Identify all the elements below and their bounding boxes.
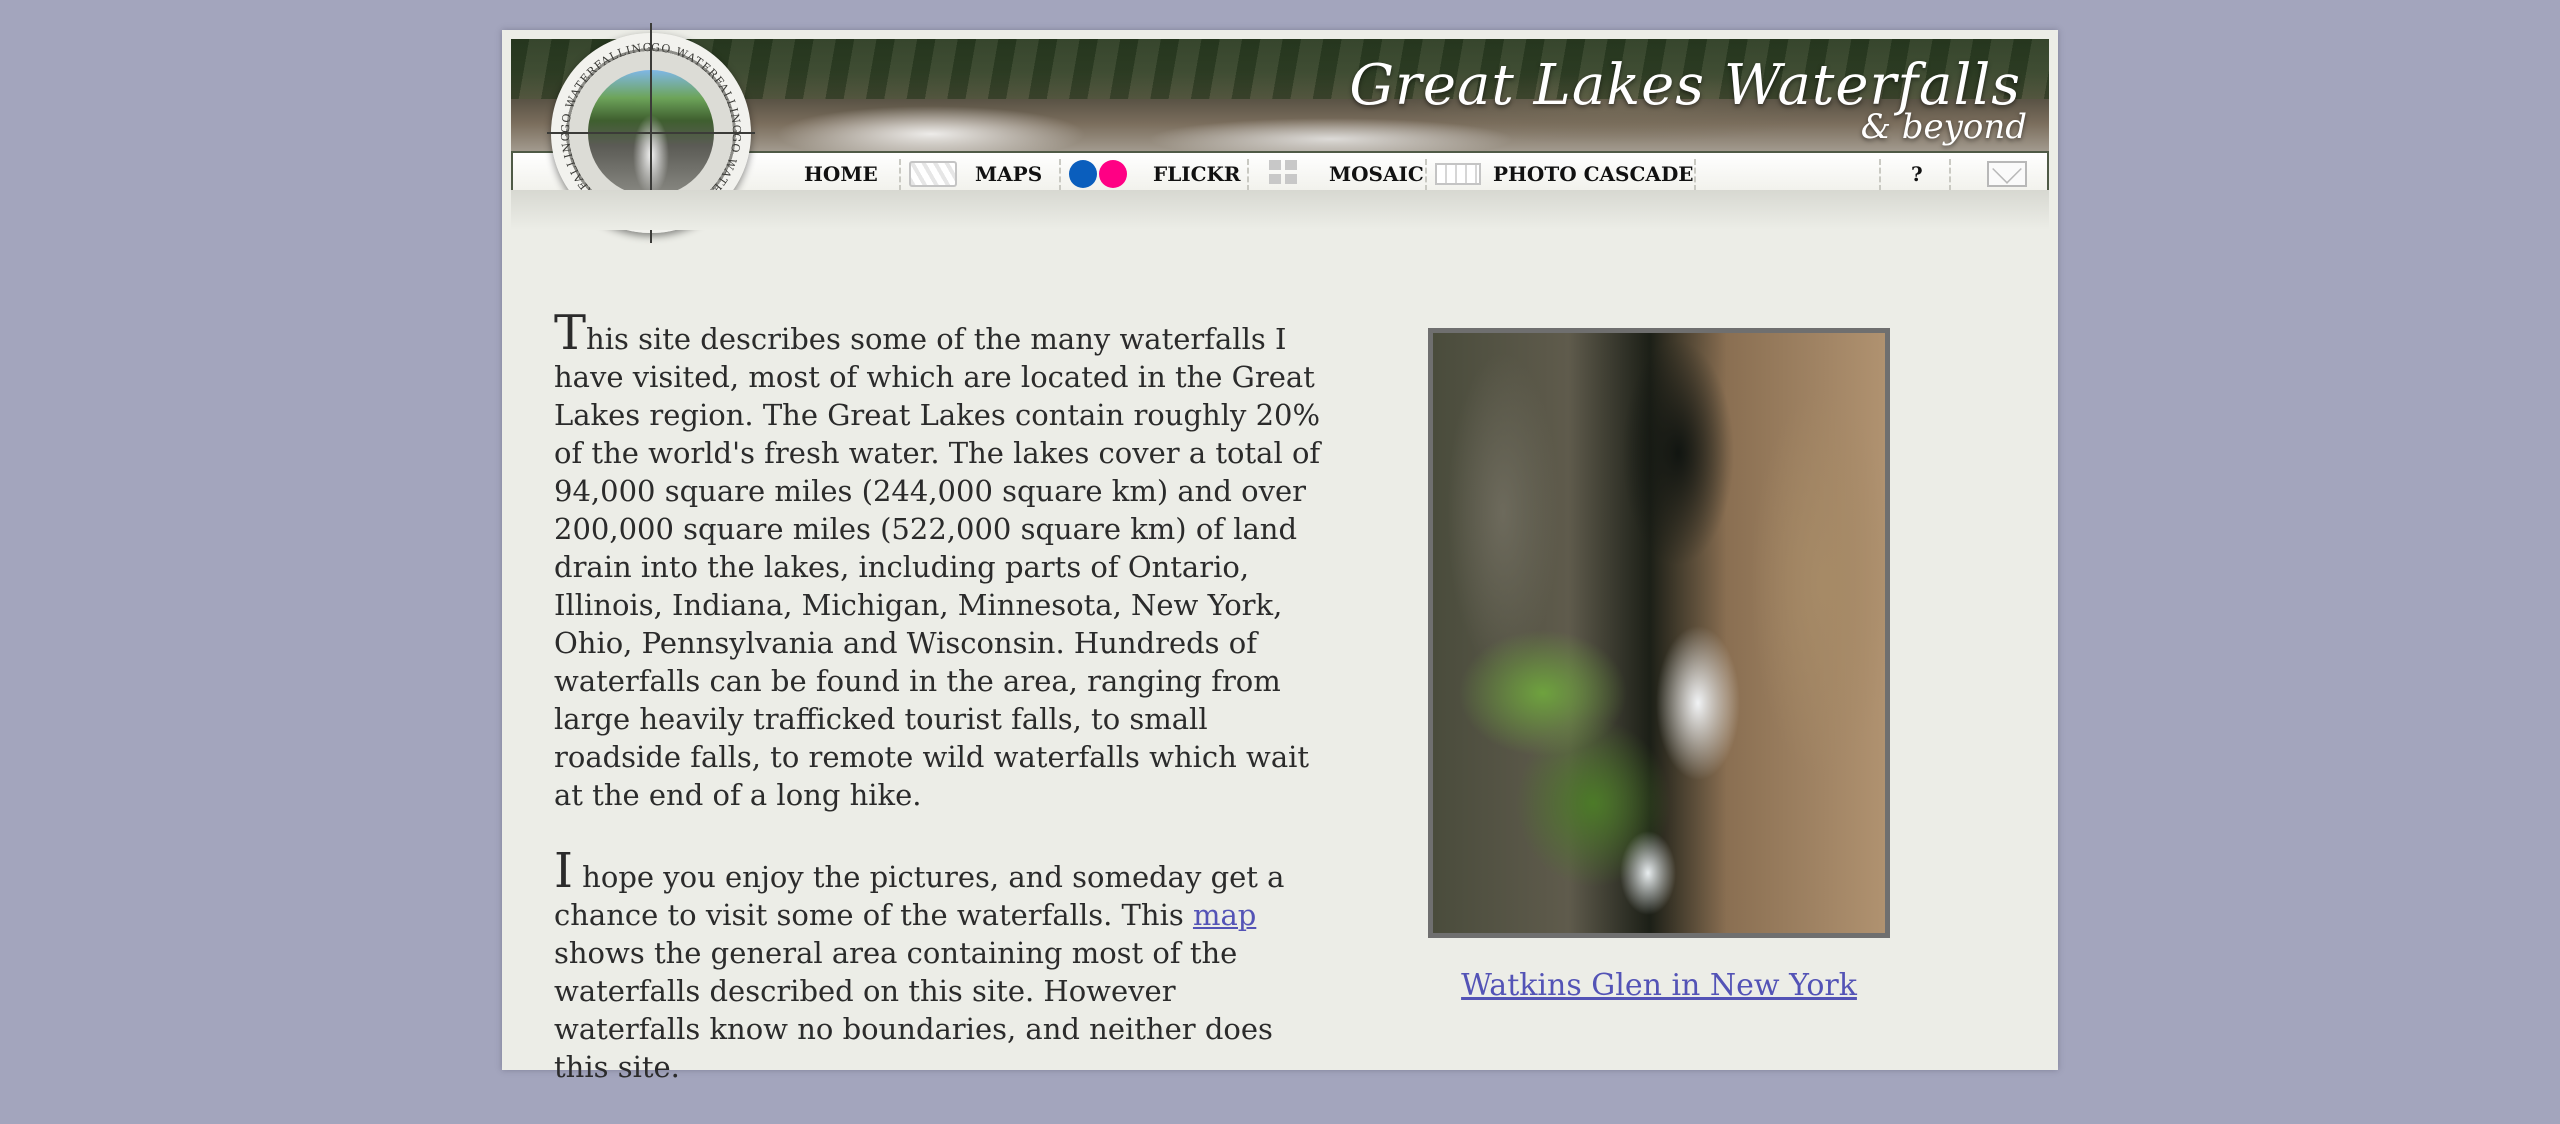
flickr-pink-dot: [1099, 160, 1127, 188]
nav-separator: [899, 159, 901, 191]
paragraph-text: his site describes some of the many wate…: [554, 322, 1321, 812]
mail-icon: [1987, 161, 2027, 187]
nav-home-label: HOME: [804, 162, 878, 186]
flickr-blue-dot: [1069, 160, 1097, 188]
paragraph-text: hope you enjoy the pictures, and someday…: [554, 860, 1285, 932]
nav-separator: [1694, 159, 1696, 191]
featured-photo[interactable]: [1428, 328, 1890, 938]
nav-help-label: ?: [1911, 162, 1923, 186]
cascade-icon: [1435, 163, 1481, 185]
nav-contact[interactable]: [1987, 153, 2027, 195]
nav-separator: [1247, 159, 1249, 191]
nav-help[interactable]: ?: [1911, 153, 1923, 195]
mosaic-icon: [1269, 160, 1301, 188]
nav-separator: [1425, 159, 1427, 191]
intro-paragraph-2: I hope you enjoy the pictures, and somed…: [554, 847, 1324, 1086]
logo-ring-label-2: GO WATERFALLING: [651, 41, 742, 135]
header-shadow: [511, 190, 2049, 230]
dropcap: I: [554, 843, 573, 899]
photo-caption-link[interactable]: Watkins Glen in New York: [1461, 968, 1857, 1003]
page-container: Great Lakes Waterfalls & beyond HOME MAP…: [502, 23, 2058, 1084]
nav-photo-cascade-label: PHOTO CASCADE: [1493, 162, 1694, 186]
waterfall-photo: [1433, 333, 1885, 933]
nav-photo-cascade[interactable]: PHOTO CASCADE: [1435, 153, 1694, 195]
photo-caption: Watkins Glen in New York: [1428, 968, 1890, 1003]
nav-mosaic-label: MOSAIC: [1329, 162, 1424, 186]
dropcap: T: [554, 305, 587, 361]
nav-home[interactable]: HOME: [804, 153, 878, 195]
intro-paragraph-1: This site describes some of the many wat…: [554, 309, 1324, 814]
svg-text:GO WATERFALLING: GO WATERFALLING: [651, 41, 743, 135]
intro-text: This site describes some of the many wat…: [554, 309, 1324, 1124]
map-icon: [909, 161, 957, 187]
nav-separator: [1879, 159, 1881, 191]
nav-maps-label: MAPS: [975, 162, 1043, 186]
nav-maps[interactable]: MAPS: [909, 153, 1042, 195]
map-link[interactable]: map: [1193, 898, 1256, 932]
nav-flickr-label: FLICKR: [1153, 162, 1241, 186]
flickr-icon: [1069, 160, 1127, 188]
nav-separator: [1949, 159, 1951, 191]
nav-flickr[interactable]: FLICKR: [1069, 153, 1241, 195]
logo-ring-label-1: GO WATERFALLING: [559, 41, 652, 133]
nav-separator: [1059, 159, 1061, 191]
svg-text:GO WATERFALLING: GO WATERFALLING: [559, 41, 653, 133]
nav-mosaic[interactable]: MOSAIC: [1269, 153, 1424, 195]
site-subtitle: & beyond: [1860, 107, 2027, 147]
